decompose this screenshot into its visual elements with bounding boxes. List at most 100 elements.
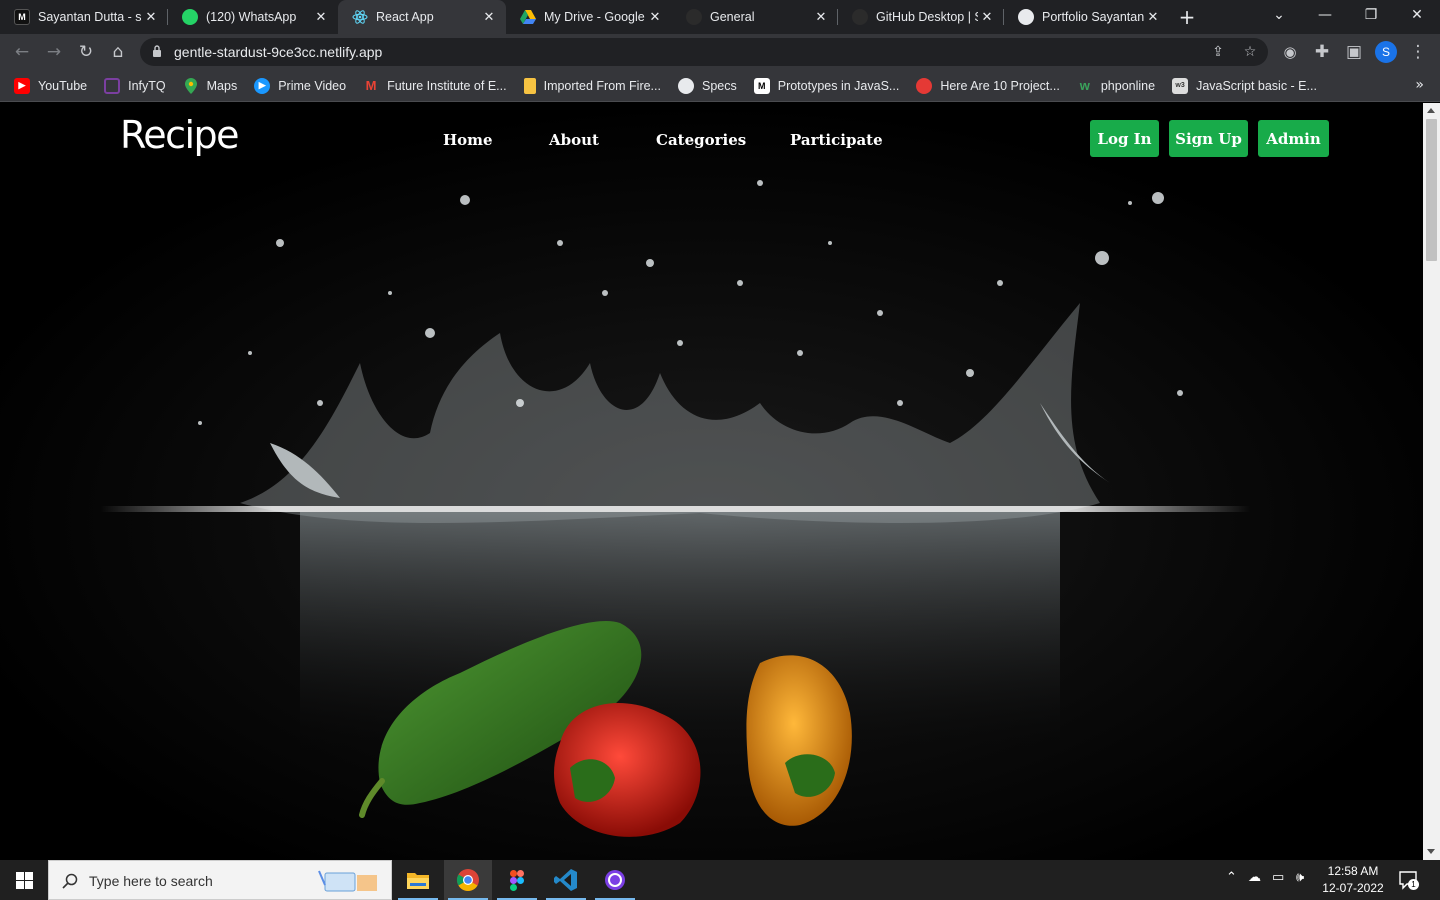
tab-0[interactable]: M Sayantan Dutta - sa ✕ (0, 0, 168, 34)
infytq-icon (104, 77, 121, 94)
bookmark-item[interactable]: InfyTQ (104, 77, 166, 94)
notification-badge: 1 (1408, 879, 1419, 890)
close-icon[interactable]: ✕ (142, 9, 160, 25)
tab-3[interactable]: My Drive - Google ✕ (506, 0, 672, 34)
site-logo[interactable]: Recipe (120, 113, 240, 157)
side-panel-icon[interactable]: ▣ (1340, 38, 1368, 66)
bookmark-label: Imported From Fire... (543, 78, 661, 93)
tab-2[interactable]: React App ✕ (338, 0, 506, 34)
network-icon[interactable]: ▭ (1272, 870, 1284, 885)
tab-strip: M Sayantan Dutta - sa ✕ (120) WhatsApp ✕… (0, 0, 1440, 34)
page-viewport: Recipe Home About Categories Participate… (0, 103, 1423, 860)
signup-button[interactable]: Sign Up (1169, 120, 1248, 157)
close-icon[interactable]: ✕ (1144, 9, 1162, 25)
bookmark-item[interactable]: ▶ Prime Video (254, 77, 346, 94)
bookmark-item[interactable]: Imported From Fire... (523, 77, 661, 94)
globe-icon (677, 77, 694, 94)
show-hidden-icons-icon[interactable]: ⌃ (1226, 870, 1237, 885)
whatsapp-icon (182, 9, 198, 25)
prime-video-icon: ▶ (254, 77, 271, 94)
close-icon[interactable]: ✕ (812, 9, 830, 25)
window-close-icon[interactable]: ✕ (1394, 0, 1440, 30)
file-explorer-icon[interactable] (394, 860, 442, 900)
bookmark-item[interactable]: Maps (183, 77, 238, 94)
bookmark-label: phponline (1100, 78, 1156, 93)
github-icon (686, 9, 702, 25)
bookmark-item[interactable]: M Future Institute of E... (363, 78, 507, 94)
maps-icon (183, 77, 199, 94)
nav-home[interactable]: Home (443, 131, 493, 149)
home-icon[interactable]: ⌂ (104, 38, 132, 66)
youtube-icon: ▶ (14, 77, 30, 94)
page-scrollbar[interactable] (1423, 103, 1440, 860)
share-icon[interactable]: ⇪ (1208, 42, 1228, 62)
admin-button[interactable]: Admin (1258, 120, 1329, 157)
bookmark-label: Prototypes in JavaS... (777, 78, 900, 93)
browser-toolbar: ← → ↻ ⌂ gentle-stardust-9ce3cc.netlify.a… (0, 34, 1440, 70)
gmail-icon: M (365, 78, 377, 93)
menu-kebab-icon[interactable]: ⋮ (1404, 38, 1432, 66)
chrome-icon[interactable] (444, 860, 492, 900)
address-bar[interactable]: gentle-stardust-9ce3cc.netlify.app ⇪ ☆ (140, 38, 1268, 66)
volume-icon[interactable]: 🕪 (1296, 870, 1304, 885)
bookmark-label: YouTube (38, 78, 88, 93)
search-placeholder: Type here to search (89, 873, 213, 889)
nav-participate[interactable]: Participate (790, 131, 883, 149)
bookmark-label: Maps (206, 78, 238, 93)
bookmark-item[interactable]: Here Are 10 Project... (916, 77, 1060, 94)
bookmark-item[interactable]: M Prototypes in JavaS... (753, 77, 900, 94)
login-button[interactable]: Log In (1090, 120, 1159, 157)
figma-icon[interactable] (493, 860, 541, 900)
minimize-icon[interactable]: — (1302, 0, 1348, 30)
back-icon[interactable]: ← (8, 38, 36, 66)
medium-icon: M (14, 9, 30, 25)
bookmarks-bar: ▶ YouTube InfyTQ Maps ▶ Prime Video M Futur… (0, 70, 1440, 102)
tab-1[interactable]: (120) WhatsApp ✕ (168, 0, 338, 34)
extension-record-icon[interactable]: ◉ (1276, 38, 1304, 66)
scroll-up-icon[interactable] (1427, 108, 1435, 113)
tab-title: React App (376, 10, 434, 24)
bookmark-item[interactable]: w3 JavaScript basic - E... (1172, 77, 1317, 94)
new-tab-icon[interactable]: + (1170, 0, 1204, 34)
github-desktop-icon[interactable] (591, 860, 639, 900)
close-icon[interactable]: ✕ (646, 9, 664, 25)
bookmark-item[interactable]: Specs (677, 77, 737, 94)
taskbar-search-box[interactable]: Type here to search (48, 860, 392, 900)
tab-search-icon[interactable]: ⌄ (1256, 0, 1302, 30)
tab-6[interactable]: Portfolio Sayantan ✕ (1004, 0, 1170, 34)
react-icon (352, 9, 368, 25)
globe-icon (1018, 9, 1034, 25)
extensions-puzzle-icon[interactable]: ✚ (1308, 38, 1336, 66)
close-icon[interactable]: ✕ (312, 9, 330, 25)
tab-4[interactable]: General ✕ (672, 0, 838, 34)
bookmark-label: Here Are 10 Project... (940, 78, 1060, 93)
scrollbar-thumb[interactable] (1426, 119, 1437, 261)
nav-categories[interactable]: Categories (656, 131, 746, 149)
reload-icon[interactable]: ↻ (72, 38, 100, 66)
bookmark-item[interactable]: ▶ YouTube (14, 77, 88, 94)
close-icon[interactable]: ✕ (978, 9, 996, 25)
github-icon (852, 9, 868, 25)
more-bookmarks-icon[interactable]: » (1415, 77, 1424, 93)
profile-avatar[interactable]: S (1375, 41, 1397, 63)
bookmark-label: InfyTQ (128, 78, 166, 93)
tab-title: My Drive - Google (544, 10, 645, 24)
notification-center-icon[interactable]: 1 (1398, 870, 1419, 890)
vscode-icon[interactable] (542, 860, 590, 900)
bookmark-label: JavaScript basic - E... (1196, 78, 1317, 93)
tab-5[interactable]: GitHub Desktop | S ✕ (838, 0, 1004, 34)
scroll-down-icon[interactable] (1427, 849, 1435, 854)
taskbar-clock[interactable]: 12:58 AM 12-07-2022 (1316, 863, 1390, 897)
windows-start-icon[interactable] (0, 860, 48, 900)
restore-icon[interactable]: ❐ (1348, 0, 1394, 30)
medium-icon: M (753, 77, 770, 94)
nav-about[interactable]: About (549, 131, 599, 149)
bookmark-item[interactable]: w phponline (1077, 78, 1155, 94)
tab-title: GitHub Desktop | S (876, 10, 978, 24)
tab-title: (120) WhatsApp (206, 10, 297, 24)
close-icon[interactable]: ✕ (480, 9, 498, 25)
onedrive-cloud-icon[interactable]: ☁ (1248, 870, 1261, 885)
forward-icon[interactable]: → (40, 38, 68, 66)
bookmark-star-icon[interactable]: ☆ (1240, 42, 1260, 62)
hero-splash-image (0, 103, 1423, 860)
